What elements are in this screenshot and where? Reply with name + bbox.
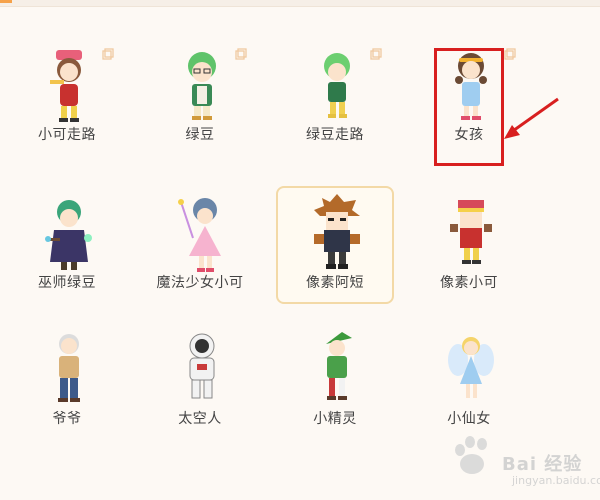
duplicate-icon[interactable] [370,48,382,60]
character-card-magic-girl-xiaoke[interactable]: 魔法少女小可 [141,186,259,304]
character-label: 绿豆走路 [306,127,364,143]
character-card-pixel-aduan[interactable]: 像素阿短 [276,186,394,304]
watermark-subtext: jingyan.baidu.com [512,474,600,487]
paw-logo-icon [455,436,487,474]
character-grid: 小可走路 绿豆 绿豆走路 女孩 巫师绿豆 魔法少女小可 像素阿短 像素小可 爷爷… [0,0,600,500]
character-label: 绿豆 [185,127,215,143]
character-card-lvdou[interactable]: 绿豆 [141,38,259,156]
character-label: 小可走路 [38,127,96,143]
elf-sprite [326,332,352,400]
character-card-astronaut[interactable]: 太空人 [141,322,259,440]
character-card-xiaoke-walk[interactable]: 小可走路 [8,38,126,156]
duplicate-icon[interactable] [504,48,516,60]
fairy-sprite [448,337,494,398]
character-label: 太空人 [178,411,222,427]
pixel-aduan-sprite [314,194,360,269]
character-card-fairy[interactable]: 小仙女 [410,322,528,440]
character-label: 像素小可 [440,275,498,291]
character-label: 魔法少女小可 [156,275,244,291]
pixel-xiaoke-sprite [450,200,492,264]
watermark-text: Bai 经验 [502,454,583,475]
character-card-wizard-lvdou[interactable]: 巫师绿豆 [8,186,126,304]
magic-girl-xiaoke-sprite [178,198,221,272]
character-label: 巫师绿豆 [38,275,96,291]
wizard-lvdou-sprite [45,200,92,270]
baidu-watermark: Bai 经验 jingyan.baidu.com [448,432,600,492]
annotation-arrow-icon [504,97,559,139]
lvdou-walk-sprite [324,53,350,118]
character-label: 小仙女 [447,411,491,427]
lvdou-sprite [188,52,216,120]
character-label: 小精灵 [313,411,357,427]
xiaoke-walk-sprite [50,50,82,122]
duplicate-icon[interactable] [102,48,114,60]
character-label: 像素阿短 [306,275,364,291]
character-card-lvdou-walk[interactable]: 绿豆走路 [276,38,394,156]
character-card-pixel-xiaoke[interactable]: 像素小可 [410,186,528,304]
annotation-highlight-box [434,48,504,166]
character-card-grandpa[interactable]: 爷爷 [8,322,126,440]
duplicate-icon[interactable] [235,48,247,60]
astronaut-sprite [189,333,215,399]
character-label: 爷爷 [52,411,82,427]
character-card-elf[interactable]: 小精灵 [276,322,394,440]
grandpa-sprite [58,334,80,402]
